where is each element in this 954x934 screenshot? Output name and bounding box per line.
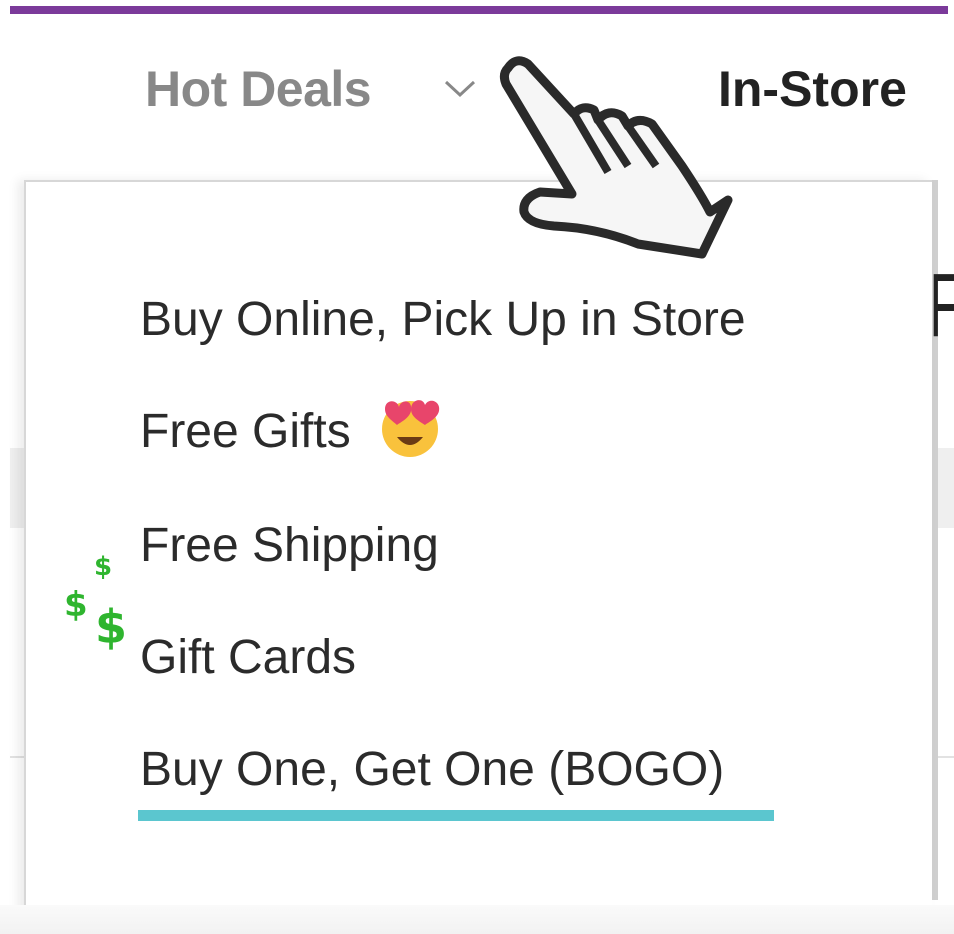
menu-item-buy-online-pick-up[interactable]: Buy Online, Pick Up in Store (140, 292, 746, 347)
nav-hot-deals[interactable]: Hot Deals (145, 60, 372, 118)
heart-eyes-icon (382, 400, 440, 457)
pointing-hand-cursor-icon (499, 56, 733, 259)
dollar-signs-icon: $ (94, 552, 113, 582)
nav-in-store[interactable]: In-Store (718, 60, 907, 118)
bottom-fade (0, 905, 954, 934)
menu-item-free-gifts[interactable]: Free Gifts (140, 404, 351, 459)
active-item-underline (138, 810, 774, 821)
chevron-down-icon[interactable] (443, 78, 477, 100)
dollar-signs-icon: $ (64, 585, 88, 625)
background-heading-fragment: F (930, 255, 954, 358)
menu-item-free-shipping[interactable]: Free Shipping (140, 518, 439, 573)
top-accent-bar (10, 6, 948, 14)
menu-item-bogo[interactable]: Buy One, Get One (BOGO) (140, 742, 724, 797)
menu-item-gift-cards[interactable]: Gift Cards (140, 630, 356, 685)
dollar-signs-icon: $ (95, 600, 128, 654)
